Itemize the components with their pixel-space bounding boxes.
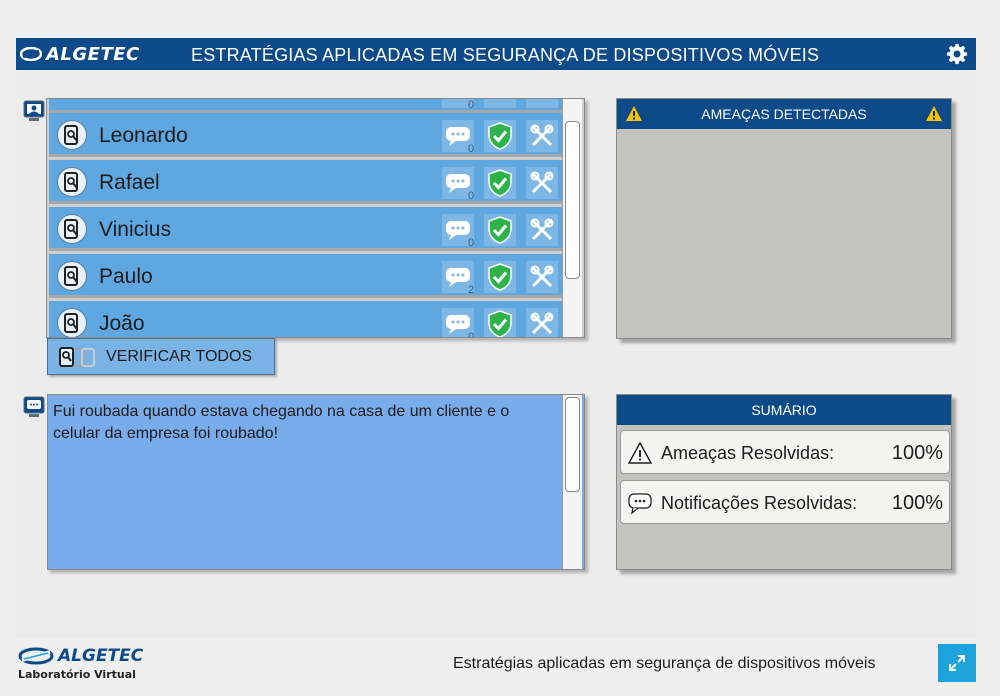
message-box[interactable]: Fui roubada quando estava chegando na ca…	[47, 394, 585, 570]
verify-all-button[interactable]: VERIFICAR TODOS	[47, 338, 275, 375]
user-list-icon	[23, 100, 45, 121]
user-name: Paulo	[99, 265, 153, 288]
tools-icon	[530, 124, 554, 147]
shield-check-icon	[488, 310, 512, 337]
notifications-resolved-label: Notificações Resolvidas:	[661, 493, 858, 513]
phone-search-icon	[57, 167, 87, 197]
footer-title: Estratégias aplicadas em segurança de di…	[453, 655, 876, 672]
shield-button[interactable]	[484, 214, 516, 246]
scroll-thumb[interactable]	[565, 397, 580, 492]
shield-button[interactable]	[484, 99, 516, 108]
shield-check-icon	[488, 263, 512, 291]
threats-header: AMEAÇAS DETECTADAS	[617, 99, 951, 129]
summary-header: SUMÁRIO	[617, 395, 951, 425]
phone-search-icon	[57, 214, 87, 244]
tools-button[interactable]	[526, 214, 558, 246]
tools-icon	[530, 265, 554, 288]
threats-panel: AMEAÇAS DETECTADAS	[616, 98, 952, 339]
shield-button[interactable]	[484, 120, 516, 152]
tools-button[interactable]	[526, 308, 558, 337]
shield-check-icon	[488, 122, 512, 150]
tools-icon	[530, 171, 554, 194]
user-name: Rafael	[99, 171, 160, 194]
message-scrollbar[interactable]	[562, 395, 582, 569]
warning-icon	[926, 106, 942, 121]
user-list-scrollbar[interactable]	[562, 99, 582, 337]
app-title: ESTRATÉGIAS APLICADAS EM SEGURANÇA DE DI…	[191, 45, 820, 65]
user-list[interactable]: 0 Leonardo 0 Rafael 0 Vinicius 0 Paulo 2…	[46, 98, 585, 338]
warning-outline-icon	[627, 441, 653, 464]
tools-button[interactable]	[526, 99, 558, 108]
phone-search-icon	[57, 261, 87, 291]
phone-search-icon	[57, 308, 87, 337]
tools-button[interactable]	[526, 261, 558, 293]
shield-check-icon	[488, 216, 512, 244]
tools-icon	[530, 218, 554, 241]
footer-brand: ALGETEC	[58, 646, 144, 666]
algetec-logo-icon	[20, 47, 42, 61]
message-count: 0	[468, 190, 475, 202]
user-name: Leonardo	[99, 124, 188, 147]
threats-title: AMEAÇAS DETECTADAS	[701, 106, 867, 122]
footer-subtitle: Laboratório Virtual	[18, 668, 136, 681]
top-bar: ALGETEC ESTRATÉGIAS APLICADAS EM SEGURAN…	[16, 38, 976, 70]
message-count: 2	[468, 284, 475, 296]
message-count: 0	[468, 331, 475, 338]
user-row-leonardo[interactable]: Leonardo 0	[49, 113, 563, 157]
summary-title: SUMÁRIO	[751, 402, 817, 418]
threats-resolved-label: Ameaças Resolvidas:	[661, 443, 835, 463]
brand-logo: ALGETEC	[20, 43, 140, 65]
multi-phone-search-icon	[59, 346, 95, 367]
brand-name: ALGETEC	[46, 43, 140, 65]
verify-all-label: VERIFICAR TODOS	[106, 347, 253, 365]
algetec-logo-icon	[18, 647, 54, 665]
shield-button[interactable]	[484, 308, 516, 337]
user-row-partial: 0	[49, 99, 563, 113]
message-count: 0	[468, 99, 475, 111]
threats-resolved-value: 100%	[891, 442, 943, 464]
footer: ALGETEC Laboratório Virtual Estratégias …	[0, 638, 1000, 696]
shield-button[interactable]	[484, 261, 516, 293]
notifications-resolved-value: 100%	[891, 492, 943, 514]
message-icon	[23, 396, 45, 417]
gear-icon[interactable]	[946, 43, 968, 65]
shield-check-icon	[488, 169, 512, 197]
user-row-vinicius[interactable]: Vinicius 0	[49, 207, 563, 251]
user-row-paulo[interactable]: Paulo 2	[49, 254, 563, 298]
chat-outline-icon	[628, 493, 652, 515]
warning-icon	[626, 106, 642, 121]
user-name: Vinicius	[99, 218, 171, 241]
tools-icon	[530, 312, 554, 335]
notifications-resolved-row: Notificações Resolvidas: 100%	[620, 480, 950, 524]
summary-panel: SUMÁRIO Ameaças Resolvidas: 100% Notific…	[616, 394, 952, 570]
scroll-thumb[interactable]	[565, 121, 580, 279]
threats-resolved-row: Ameaças Resolvidas: 100%	[620, 430, 950, 474]
tools-button[interactable]	[526, 120, 558, 152]
fullscreen-button[interactable]	[938, 644, 976, 682]
message-count: 0	[468, 237, 475, 249]
user-name: João	[99, 312, 145, 335]
tools-button[interactable]	[526, 167, 558, 199]
message-text: Fui roubada quando estava chegando na ca…	[53, 403, 510, 442]
footer-logo: ALGETEC Laboratório Virtual	[18, 646, 148, 686]
phone-search-icon	[57, 120, 87, 150]
message-count: 0	[468, 143, 475, 155]
shield-button[interactable]	[484, 167, 516, 199]
user-row-rafael[interactable]: Rafael 0	[49, 160, 563, 204]
expand-icon	[949, 655, 965, 671]
user-row-joao[interactable]: João 0	[49, 301, 563, 338]
app-stage: ALGETEC ESTRATÉGIAS APLICADAS EM SEGURAN…	[16, 38, 976, 638]
